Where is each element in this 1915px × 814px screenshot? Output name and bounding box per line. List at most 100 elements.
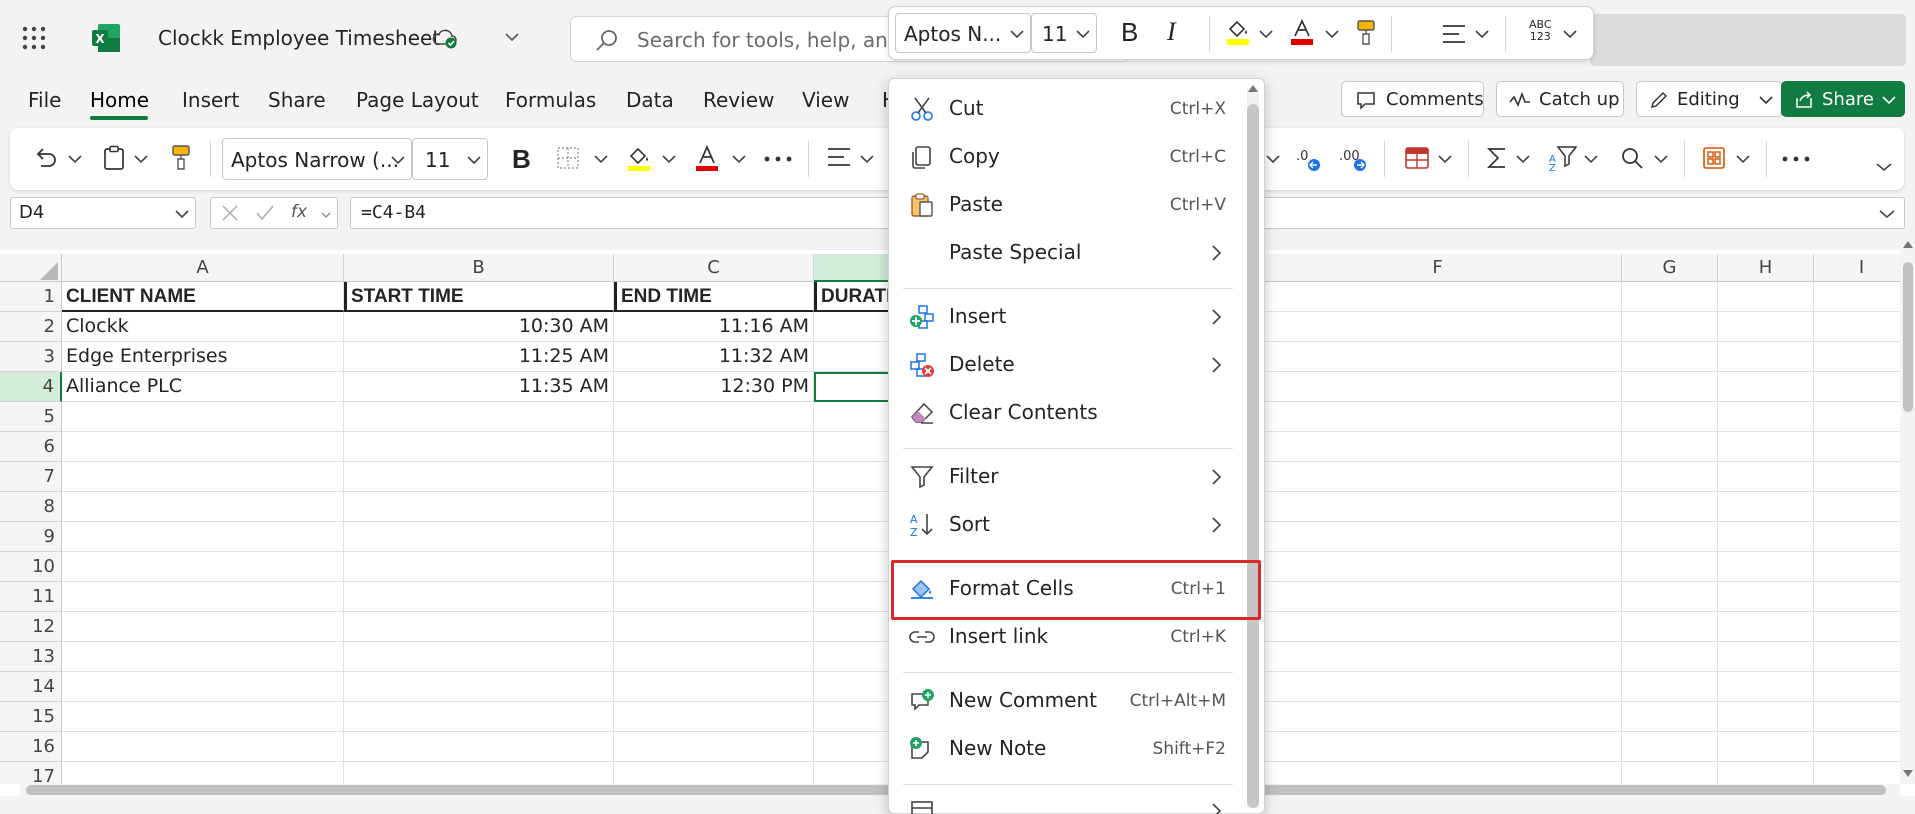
cell[interactable]: [344, 732, 614, 762]
cell[interactable]: [1814, 432, 1910, 462]
cell[interactable]: [614, 492, 814, 522]
menu-item-delete[interactable]: Delete: [889, 341, 1266, 389]
menu-item-copy[interactable]: Copy Ctrl+C: [889, 133, 1266, 181]
ribbon-expand-chevron-icon[interactable]: [1876, 162, 1892, 172]
autosum-chevron-icon[interactable]: [1516, 154, 1530, 164]
cancel-icon[interactable]: [221, 204, 239, 222]
cell[interactable]: [1254, 522, 1622, 552]
cell[interactable]: [1622, 702, 1718, 732]
row-header[interactable]: 2: [0, 312, 62, 342]
name-box[interactable]: D4: [10, 197, 196, 229]
cell[interactable]: [1254, 462, 1622, 492]
cell[interactable]: [1622, 312, 1718, 342]
cell[interactable]: [1814, 282, 1910, 312]
font-size-select[interactable]: 11: [412, 138, 488, 180]
cell[interactable]: [1814, 312, 1910, 342]
cell[interactable]: [344, 462, 614, 492]
header-cell[interactable]: CLIENT NAME: [62, 282, 344, 312]
cell[interactable]: [62, 522, 344, 552]
decrease-decimal-icon[interactable]: .0: [1294, 146, 1322, 172]
cell[interactable]: [1254, 492, 1622, 522]
menu-item-filter[interactable]: Filter: [889, 453, 1266, 501]
cell[interactable]: [614, 582, 814, 612]
cell[interactable]: [344, 432, 614, 462]
cell[interactable]: [1622, 732, 1718, 762]
cell[interactable]: [1814, 552, 1910, 582]
more-options-icon[interactable]: [1782, 156, 1810, 162]
cell[interactable]: [344, 552, 614, 582]
cell[interactable]: [62, 702, 344, 732]
cell[interactable]: [1718, 552, 1814, 582]
data-cell[interactable]: 11:32 AM: [614, 342, 814, 372]
borders-chevron-icon[interactable]: [594, 154, 608, 164]
column-header-g[interactable]: G: [1622, 254, 1718, 282]
row-header[interactable]: 9: [0, 522, 62, 552]
share-button[interactable]: Share: [1781, 81, 1905, 117]
align-icon[interactable]: [826, 146, 852, 168]
cell[interactable]: [1254, 642, 1622, 672]
app-launcher-icon[interactable]: [22, 26, 46, 50]
cell[interactable]: [1622, 582, 1718, 612]
tab-view[interactable]: View: [802, 88, 849, 112]
row-header[interactable]: 15: [0, 702, 62, 732]
data-cell[interactable]: Alliance PLC: [62, 372, 344, 402]
autosum-icon[interactable]: [1486, 146, 1508, 170]
cell[interactable]: [1622, 372, 1718, 402]
tab-share[interactable]: Share: [268, 88, 326, 112]
cell[interactable]: [1622, 672, 1718, 702]
row-header[interactable]: 14: [0, 672, 62, 702]
mini-font-color-icon[interactable]: [1289, 19, 1315, 47]
cell[interactable]: [1254, 372, 1622, 402]
cell[interactable]: [614, 462, 814, 492]
more-font-options-icon[interactable]: [764, 156, 792, 162]
cell[interactable]: [62, 612, 344, 642]
sort-filter-icon[interactable]: AZ: [1548, 144, 1578, 172]
menu-item-paste-special[interactable]: Paste Special: [889, 229, 1266, 277]
table-chevron-icon[interactable]: [1438, 154, 1452, 164]
row-header[interactable]: 4: [0, 372, 62, 402]
cell[interactable]: [1718, 582, 1814, 612]
borders-icon[interactable]: [556, 146, 580, 170]
expand-formula-chevron-icon[interactable]: [1879, 209, 1895, 219]
cell[interactable]: [614, 402, 814, 432]
cell[interactable]: [1718, 342, 1814, 372]
cell[interactable]: [62, 402, 344, 432]
cell[interactable]: [1254, 702, 1622, 732]
cell[interactable]: [1718, 432, 1814, 462]
enter-check-icon[interactable]: [255, 204, 275, 222]
cell[interactable]: [1718, 672, 1814, 702]
row-header[interactable]: 13: [0, 642, 62, 672]
catch-up-button[interactable]: Catch up: [1496, 81, 1624, 117]
cell[interactable]: [1718, 612, 1814, 642]
fill-color-chevron-icon[interactable]: [662, 154, 676, 164]
cell[interactable]: [62, 762, 344, 784]
clipboard-icon[interactable]: [102, 145, 126, 171]
cell[interactable]: [1814, 582, 1910, 612]
cell[interactable]: [1718, 762, 1814, 784]
cell[interactable]: [1254, 552, 1622, 582]
mini-format-painter-icon[interactable]: [1355, 19, 1377, 47]
cell[interactable]: [1622, 552, 1718, 582]
cell[interactable]: [1622, 492, 1718, 522]
cell[interactable]: [1254, 732, 1622, 762]
chevron-down-icon[interactable]: [1563, 29, 1577, 39]
column-header-a[interactable]: A: [62, 254, 344, 282]
scroll-down-arrow-icon[interactable]: [1903, 770, 1913, 778]
cell[interactable]: [1814, 342, 1910, 372]
cell[interactable]: [614, 432, 814, 462]
cell[interactable]: [614, 612, 814, 642]
cell[interactable]: [344, 582, 614, 612]
cell[interactable]: [62, 462, 344, 492]
data-cell[interactable]: 12:30 PM: [614, 372, 814, 402]
undo-icon[interactable]: [32, 145, 58, 171]
cell[interactable]: [344, 702, 614, 732]
column-header-h[interactable]: H: [1718, 254, 1814, 282]
menu-item-sort[interactable]: AZ Sort: [889, 501, 1266, 549]
column-header-b[interactable]: B: [344, 254, 614, 282]
row-header[interactable]: 5: [0, 402, 62, 432]
column-header-f[interactable]: F: [1254, 254, 1622, 282]
cell[interactable]: [1814, 522, 1910, 552]
menu-item-partially-visible[interactable]: [889, 791, 1266, 814]
row-header[interactable]: 17: [0, 762, 62, 784]
title-dropdown-chevron-icon[interactable]: [505, 32, 519, 42]
